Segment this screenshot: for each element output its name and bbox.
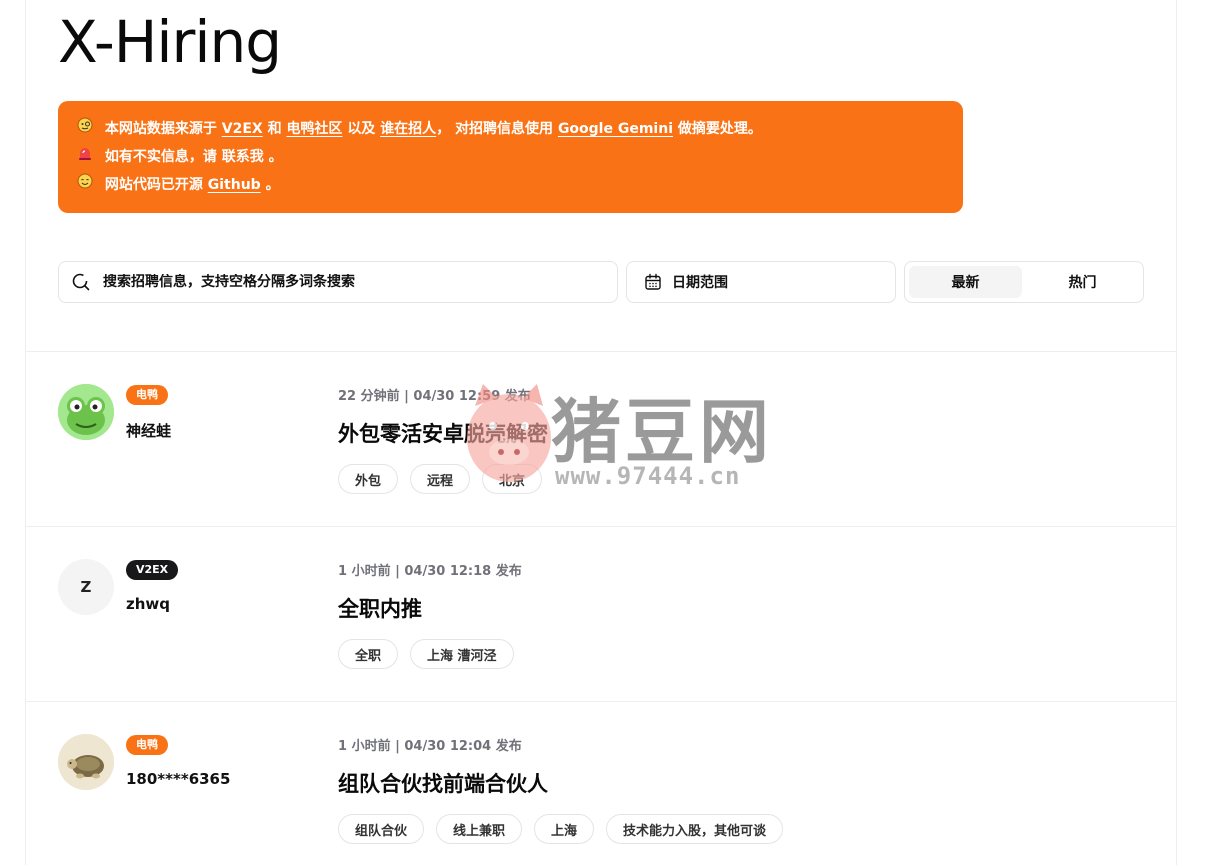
notice-line-sources: 本网站数据来源于 V2EX 和 电鸭社区 以及 谁在招人， 对招聘信息使用 Go… bbox=[76, 117, 945, 145]
tag[interactable]: 技术能力入股，其他可谈 bbox=[606, 814, 784, 844]
tag[interactable]: 上海 漕河泾 bbox=[410, 639, 514, 669]
sort-tab-latest[interactable]: 最新 bbox=[909, 266, 1022, 298]
post-card[interactable]: Z V2EX zhwq 1 小时前 | 04/30 12:18 发布 全职内推 … bbox=[26, 527, 1176, 701]
search-input[interactable] bbox=[103, 274, 583, 290]
tag-list: 外包 远程 北京 bbox=[338, 464, 543, 494]
v2ex-link[interactable]: V2EX bbox=[222, 121, 263, 137]
post-meta: 22 分钟前 | 04/30 12:59 发布 bbox=[338, 389, 531, 404]
calendar-icon bbox=[645, 273, 661, 290]
post-card[interactable]: 电鸭 神经蛙 22 分钟前 | 04/30 12:59 发布 外包零活安卓脱壳解… bbox=[26, 352, 1176, 526]
source-badge: 电鸭 bbox=[126, 385, 168, 405]
siren-icon bbox=[76, 145, 93, 169]
date-range-picker[interactable]: 日期范围 bbox=[626, 261, 896, 303]
source-badge: V2EX bbox=[126, 560, 179, 580]
tag[interactable]: 北京 bbox=[482, 464, 543, 494]
date-range-label: 日期范围 bbox=[672, 275, 728, 291]
tag-list: 全职 上海 漕河泾 bbox=[338, 639, 514, 669]
who-hiring-link[interactable]: 谁在招人 bbox=[380, 121, 436, 137]
post-meta: 1 小时前 | 04/30 12:04 发布 bbox=[338, 739, 522, 754]
post-title[interactable]: 外包零活安卓脱壳解密 bbox=[338, 418, 548, 448]
tag[interactable]: 外包 bbox=[338, 464, 399, 494]
gemini-link[interactable]: Google Gemini bbox=[558, 121, 673, 137]
author-name[interactable]: 180****6365 bbox=[126, 770, 230, 788]
tag[interactable]: 全职 bbox=[338, 639, 399, 669]
notice-line-github: 网站代码已开源 Github 。 bbox=[76, 173, 945, 201]
smiling-face-icon bbox=[76, 173, 93, 197]
search-icon bbox=[72, 273, 90, 291]
github-link[interactable]: Github bbox=[208, 177, 261, 193]
source-badge: 电鸭 bbox=[126, 735, 168, 755]
avatar bbox=[58, 384, 114, 440]
tag[interactable]: 远程 bbox=[410, 464, 471, 494]
avatar: Z bbox=[58, 559, 114, 615]
post-title[interactable]: 组队合伙找前端合伙人 bbox=[338, 768, 548, 798]
search-box[interactable] bbox=[58, 261, 618, 303]
post-card[interactable]: 电鸭 180****6365 1 小时前 | 04/30 12:04 发布 组队… bbox=[26, 702, 1176, 865]
face-with-monocle-icon bbox=[76, 117, 93, 141]
post-meta: 1 小时前 | 04/30 12:18 发布 bbox=[338, 564, 522, 579]
author-name[interactable]: 神经蛙 bbox=[126, 420, 171, 441]
tag[interactable]: 组队合伙 bbox=[338, 814, 425, 844]
sort-toggle: 最新 热门 bbox=[904, 261, 1144, 303]
avatar bbox=[58, 734, 114, 790]
eleduck-link[interactable]: 电鸭社区 bbox=[286, 121, 342, 137]
tag-list: 组队合伙 线上兼职 上海 技术能力入股，其他可谈 bbox=[338, 814, 784, 844]
page-title: X-Hiring bbox=[58, 8, 282, 76]
sort-tab-hot[interactable]: 热门 bbox=[1026, 266, 1139, 298]
turtle-avatar-icon bbox=[58, 734, 114, 790]
author-name[interactable]: zhwq bbox=[126, 595, 170, 613]
tag[interactable]: 线上兼职 bbox=[436, 814, 523, 844]
frog-avatar-icon bbox=[58, 384, 114, 440]
notice-line-contact: 如有不实信息，请 联系我 。 bbox=[76, 145, 945, 173]
notice-banner: 本网站数据来源于 V2EX 和 电鸭社区 以及 谁在招人， 对招聘信息使用 Go… bbox=[58, 101, 963, 213]
tag[interactable]: 上海 bbox=[534, 814, 595, 844]
contact-link[interactable]: 联系我 bbox=[222, 149, 264, 165]
post-title[interactable]: 全职内推 bbox=[338, 593, 422, 623]
